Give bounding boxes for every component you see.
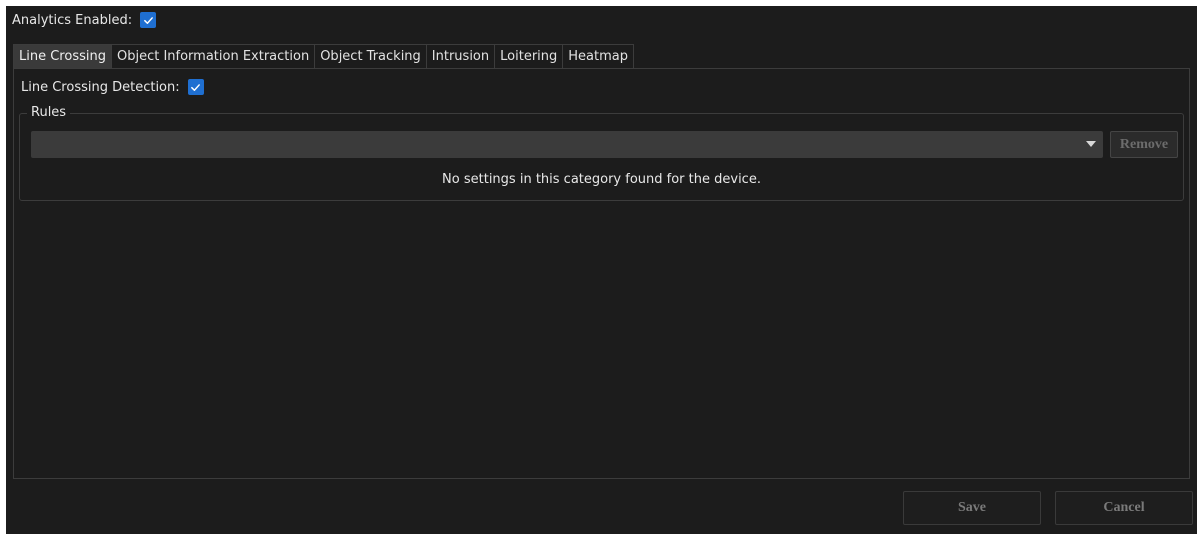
tab-object-tracking[interactable]: Object Tracking [314, 44, 427, 68]
checkmark-icon [191, 83, 201, 91]
cancel-button[interactable]: Cancel [1055, 491, 1193, 525]
rules-groupbox: Rules Remove No settings in this categor… [19, 105, 1184, 201]
tab-intrusion[interactable]: Intrusion [425, 44, 496, 68]
line-crossing-detection-label: Line Crossing Detection: [21, 79, 180, 95]
remove-rule-button[interactable]: Remove [1110, 131, 1178, 158]
rules-legend: Rules [27, 105, 71, 121]
rules-dropdown[interactable] [31, 131, 1103, 158]
line-crossing-panel: Line Crossing Detection: Rules Remove No… [13, 68, 1190, 479]
tab-line-crossing[interactable]: Line Crossing [13, 44, 112, 68]
empty-state-message: No settings in this category found for t… [442, 172, 761, 187]
analytics-tabs: Line Crossing Object Information Extract… [13, 44, 634, 68]
analytics-enabled-checkbox[interactable] [140, 12, 157, 28]
checkmark-icon [143, 16, 153, 24]
tab-loitering[interactable]: Loitering [494, 44, 564, 68]
tab-heatmap[interactable]: Heatmap [562, 44, 634, 68]
analytics-enabled-label: Analytics Enabled: [12, 12, 133, 28]
tab-object-information-extraction[interactable]: Object Information Extraction [110, 44, 316, 68]
line-crossing-detection-row: Line Crossing Detection: [21, 79, 204, 95]
line-crossing-detection-checkbox[interactable] [187, 79, 204, 95]
chevron-down-icon [1086, 141, 1096, 147]
save-button[interactable]: Save [903, 491, 1041, 525]
analytics-settings-window: Analytics Enabled: Line Crossing Object … [6, 6, 1197, 534]
analytics-enabled-row: Analytics Enabled: [12, 10, 157, 30]
